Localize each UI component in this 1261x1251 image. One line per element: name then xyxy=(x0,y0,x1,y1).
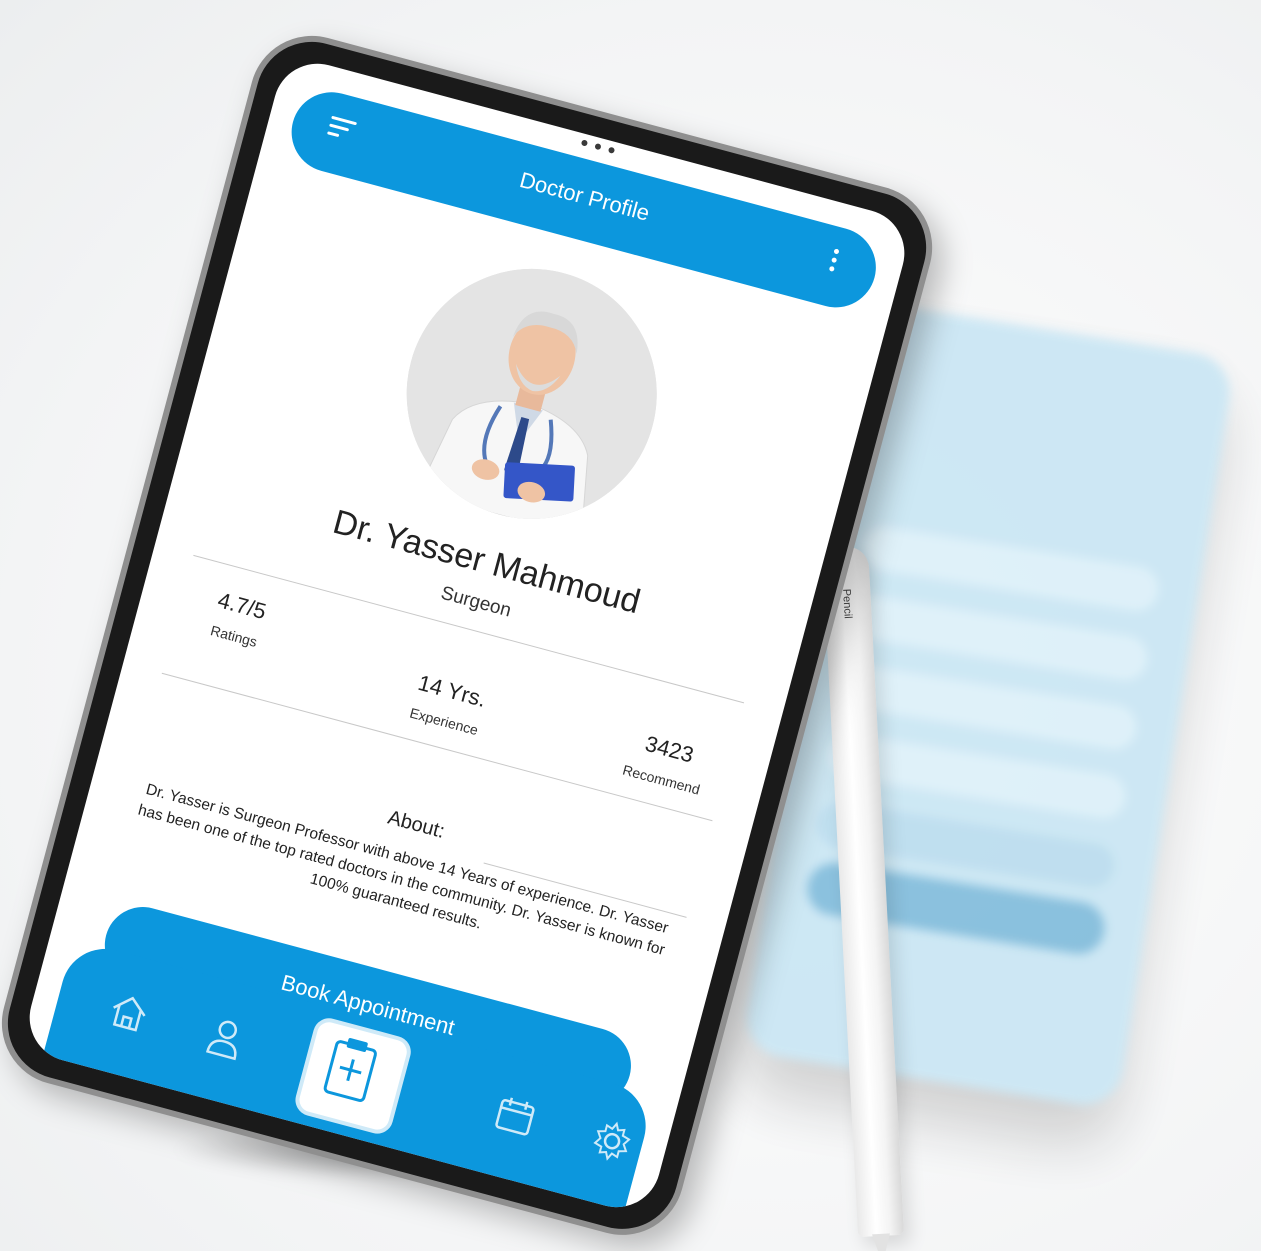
stat-experience: 14 Yrs. Experience xyxy=(384,663,513,744)
page-title: Doctor Profile xyxy=(517,167,653,226)
home-icon[interactable] xyxy=(102,985,156,1039)
clipboard-plus-icon[interactable] xyxy=(291,1014,415,1138)
pencil-tip xyxy=(871,1233,892,1251)
calendar-icon[interactable] xyxy=(489,1088,543,1142)
tablet-device: Doctor Profile Dr. Yasser Mahmoud Surgeo… xyxy=(0,22,947,1249)
settings-icon[interactable] xyxy=(585,1114,639,1168)
mockup-stage: Pencil Doctor Profile Dr. Yasser Mahmoud… xyxy=(0,0,1261,1251)
user-icon[interactable] xyxy=(199,1011,253,1065)
pencil-brand: Pencil xyxy=(840,588,854,620)
stat-recommend: 3423 Recommend xyxy=(601,722,730,803)
stat-ratings: 4.7/5 Ratings xyxy=(174,578,303,659)
doctor-avatar xyxy=(378,240,685,548)
